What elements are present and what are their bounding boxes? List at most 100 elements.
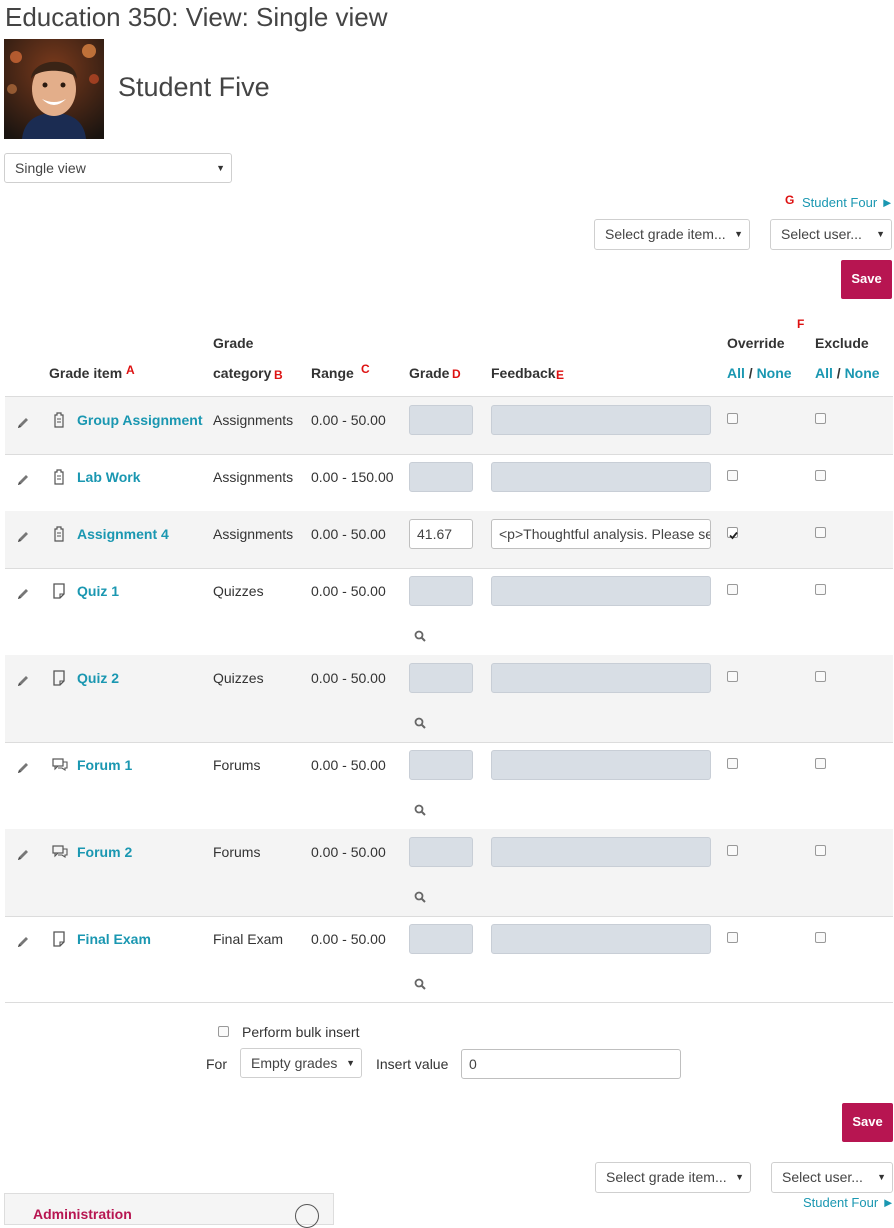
next-user-link-bottom[interactable]: Student Four ► bbox=[803, 1195, 894, 1210]
exclude-checkbox[interactable] bbox=[815, 413, 826, 424]
grade-range: 0.00 - 150.00 bbox=[311, 469, 394, 485]
exclude-checkbox[interactable] bbox=[815, 527, 826, 538]
grade-item-link[interactable]: Group Assignment bbox=[77, 412, 203, 428]
avatar bbox=[4, 39, 104, 139]
grade-category: Quizzes bbox=[213, 670, 264, 686]
insert-value-input[interactable]: 0 bbox=[461, 1049, 681, 1079]
chevron-down-icon: ▼ bbox=[216, 163, 225, 173]
user-select[interactable]: Select user... ▼ bbox=[770, 219, 892, 250]
grade-item-link[interactable]: Quiz 2 bbox=[77, 670, 119, 686]
edit-pencil-icon[interactable] bbox=[16, 473, 30, 487]
next-user-link[interactable]: Student Four ► bbox=[802, 195, 894, 210]
grade-range: 0.00 - 50.00 bbox=[311, 526, 386, 542]
grade-item-link[interactable]: Forum 2 bbox=[77, 844, 132, 860]
feedback-input[interactable]: <p>Thoughtful analysis. Please se bbox=[491, 519, 711, 549]
exclude-checkbox[interactable] bbox=[815, 758, 826, 769]
edit-pencil-icon[interactable] bbox=[16, 761, 30, 775]
grade-input[interactable] bbox=[409, 750, 473, 780]
marker-b: B bbox=[274, 368, 283, 382]
edit-pencil-icon[interactable] bbox=[16, 848, 30, 862]
table-row: Group Assignment Assignments 0.00 - 50.00 bbox=[5, 397, 893, 454]
grade-range: 0.00 - 50.00 bbox=[311, 583, 386, 599]
chevron-down-icon: ▼ bbox=[734, 229, 743, 239]
override-checkbox[interactable] bbox=[727, 527, 738, 540]
grade-input[interactable] bbox=[409, 924, 473, 954]
view-select[interactable]: Single view ▼ bbox=[4, 153, 232, 183]
header-range: Range bbox=[311, 365, 354, 381]
grade-category: Final Exam bbox=[213, 931, 284, 947]
grade-item-link[interactable]: Forum 1 bbox=[77, 757, 132, 773]
grade-range: 0.00 - 50.00 bbox=[311, 931, 386, 947]
feedback-input[interactable] bbox=[491, 924, 711, 954]
search-icon[interactable] bbox=[414, 890, 428, 904]
user-select-bottom[interactable]: Select user... ▼ bbox=[771, 1162, 893, 1193]
grade-item-link[interactable]: Quiz 1 bbox=[77, 583, 119, 599]
exclude-all-link[interactable]: All bbox=[815, 365, 833, 381]
grade-item-link[interactable]: Lab Work bbox=[77, 469, 141, 485]
feedback-input[interactable] bbox=[491, 462, 711, 492]
grade-item-select-value: Select grade item... bbox=[606, 1169, 727, 1185]
grade-range: 0.00 - 50.00 bbox=[311, 412, 386, 428]
administration-title: Administration bbox=[33, 1206, 132, 1222]
edit-pencil-icon[interactable] bbox=[16, 416, 30, 430]
exclude-checkbox[interactable] bbox=[815, 671, 826, 682]
feedback-input[interactable] bbox=[491, 663, 711, 693]
save-button-top[interactable]: Save bbox=[841, 260, 892, 299]
feedback-input[interactable] bbox=[491, 750, 711, 780]
edit-pencil-icon[interactable] bbox=[16, 674, 30, 688]
search-icon[interactable] bbox=[414, 803, 428, 817]
edit-pencil-icon[interactable] bbox=[16, 587, 30, 601]
override-checkbox[interactable] bbox=[727, 932, 738, 943]
search-icon[interactable] bbox=[414, 629, 428, 643]
grade-item-select-bottom[interactable]: Select grade item... ▼ bbox=[595, 1162, 751, 1193]
grade-input[interactable] bbox=[409, 576, 473, 606]
grade-input[interactable] bbox=[409, 663, 473, 693]
grade-category: Forums bbox=[213, 844, 261, 860]
override-none-link[interactable]: None bbox=[757, 365, 792, 381]
override-checkbox[interactable] bbox=[727, 584, 738, 595]
grade-input[interactable] bbox=[409, 462, 473, 492]
grade-item-link[interactable]: Assignment 4 bbox=[77, 526, 169, 542]
override-checkbox[interactable] bbox=[727, 758, 738, 769]
user-select-value: Select user... bbox=[782, 1169, 863, 1185]
save-button-bottom[interactable]: Save bbox=[842, 1103, 893, 1142]
override-checkbox[interactable] bbox=[727, 671, 738, 682]
search-icon[interactable] bbox=[414, 977, 428, 991]
override-all-link[interactable]: All bbox=[727, 365, 745, 381]
row-divider bbox=[5, 1002, 893, 1003]
student-name: Student Five bbox=[118, 72, 270, 102]
exclude-checkbox[interactable] bbox=[815, 470, 826, 481]
feedback-input[interactable] bbox=[491, 405, 711, 435]
grade-category: Assignments bbox=[213, 469, 294, 485]
exclude-checkbox[interactable] bbox=[815, 932, 826, 943]
override-checkbox[interactable] bbox=[727, 470, 738, 481]
grade-category: Forums bbox=[213, 757, 261, 773]
override-checkbox[interactable] bbox=[727, 413, 738, 424]
bulk-for-value: Empty grades bbox=[251, 1055, 338, 1071]
bulk-insert-checkbox[interactable] bbox=[218, 1026, 229, 1037]
exclude-checkbox[interactable] bbox=[815, 584, 826, 595]
grade-input[interactable]: 41.67 bbox=[409, 519, 473, 549]
grade-item-select[interactable]: Select grade item... ▼ bbox=[594, 219, 750, 250]
table-row: Forum 2 Forums 0.00 - 50.00 bbox=[5, 829, 893, 916]
insert-value-label: Insert value bbox=[376, 1056, 449, 1072]
exclude-checkbox[interactable] bbox=[815, 845, 826, 856]
edit-pencil-icon[interactable] bbox=[16, 530, 30, 544]
edit-pencil-icon[interactable] bbox=[16, 935, 30, 949]
feedback-input[interactable] bbox=[491, 576, 711, 606]
override-checkbox[interactable] bbox=[727, 845, 738, 856]
bulk-insert-label: Perform bulk insert bbox=[242, 1024, 360, 1040]
grade-input[interactable] bbox=[409, 837, 473, 867]
feedback-input[interactable] bbox=[491, 837, 711, 867]
quiz-icon bbox=[52, 670, 66, 686]
header-grade-item: Grade item bbox=[49, 365, 123, 381]
user-select-value: Select user... bbox=[781, 226, 862, 242]
exclude-none-link[interactable]: None bbox=[845, 365, 880, 381]
grade-item-link[interactable]: Final Exam bbox=[77, 931, 151, 947]
search-icon[interactable] bbox=[414, 716, 428, 730]
marker-d: D bbox=[452, 367, 461, 381]
header-override: Override bbox=[727, 335, 785, 351]
grade-input[interactable] bbox=[409, 405, 473, 435]
bulk-for-select[interactable]: Empty grades ▼ bbox=[240, 1048, 362, 1078]
collapse-icon[interactable] bbox=[295, 1204, 319, 1228]
